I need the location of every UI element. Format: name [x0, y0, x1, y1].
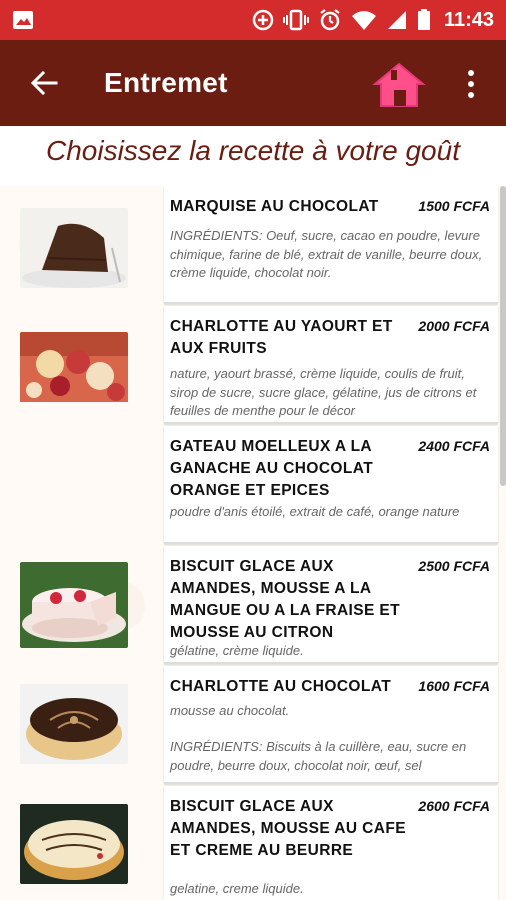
recipe-name: CHARLOTTE AU YAOURT ET AUX FRUITS — [170, 318, 393, 357]
recipe-image — [20, 804, 128, 884]
arrow-left-icon — [30, 70, 58, 96]
recipe-price: 2000 FCFA — [418, 318, 490, 334]
list-item[interactable]: BISCUIT GLACE AUX AMANDES, MOUSSE A LA M… — [0, 546, 506, 666]
wifi-icon — [351, 11, 376, 30]
status-bar: 11:43 — [0, 0, 506, 40]
recipe-ingredients: gelatine, creme liquide. — [170, 881, 304, 896]
recipe-card: BISCUIT GLACE AUX AMANDES, MOUSSE A LA M… — [164, 546, 498, 664]
page-title: Entremet — [104, 67, 228, 98]
recipe-price: 2500 FCFA — [418, 558, 490, 574]
recipe-image — [20, 332, 128, 412]
recipe-image — [20, 684, 128, 764]
recipe-name: CHARLOTTE AU CHOCOLAT — [170, 678, 392, 695]
recipe-ingredients: gélatine, crème liquide. — [170, 643, 304, 658]
recipe-card: CHARLOTTE AU YAOURT ET AUX FRUITS 2000 F… — [164, 306, 498, 424]
alarm-icon — [320, 9, 340, 31]
recipe-image — [20, 208, 128, 288]
recipe-list[interactable]: MARQUISE AU CHOCOLAT 1500 FCFA INGRÉDIEN… — [0, 186, 506, 900]
more-options-button[interactable] — [456, 62, 486, 106]
more-dot-icon — [468, 70, 474, 76]
recipe-card: BISCUIT GLACE AUX AMANDES, MOUSSE AU CAF… — [164, 786, 498, 900]
recipe-description: mousse au chocolat. — [170, 703, 290, 718]
recipe-name: GATEAU MOELLEUX A LA GANACHE AU CHOCOLAT… — [170, 438, 374, 499]
gallery-icon — [13, 11, 33, 29]
data-saver-icon — [252, 9, 274, 31]
home-button[interactable] — [372, 62, 426, 108]
scrollbar[interactable] — [500, 186, 506, 486]
recipe-ingredients: INGRÉDIENTS: Biscuits à la cuillère, eau… — [170, 739, 467, 773]
recipe-image — [20, 562, 128, 648]
recipe-card: GATEAU MOELLEUX A LA GANACHE AU CHOCOLAT… — [164, 426, 498, 544]
recipe-name: BISCUIT GLACE AUX AMANDES, MOUSSE AU CAF… — [170, 798, 406, 859]
home-icon — [372, 62, 426, 107]
back-button[interactable] — [14, 53, 74, 113]
app-bar: Entremet — [0, 40, 506, 126]
recipe-price: 1500 FCFA — [418, 198, 490, 214]
list-item[interactable]: BISCUIT GLACE AUX AMANDES, MOUSSE AU CAF… — [0, 786, 506, 900]
list-item[interactable]: MARQUISE AU CHOCOLAT 1500 FCFA INGRÉDIEN… — [0, 186, 506, 306]
status-time: 11:43 — [443, 8, 494, 31]
recipe-ingredients: poudre d'anis étoilé, extrait de café, o… — [170, 504, 460, 519]
recipe-price: 2400 FCFA — [418, 438, 490, 454]
more-dot-icon — [468, 81, 474, 87]
recipe-card: CHARLOTTE AU CHOCOLAT 1600 FCFA mousse a… — [164, 666, 498, 784]
signal-icon — [387, 11, 406, 29]
recipe-ingredients: nature, yaourt brassé, crème liquide, co… — [170, 366, 477, 418]
battery-icon — [417, 9, 430, 30]
vibrate-icon — [282, 9, 309, 31]
recipe-name: MARQUISE AU CHOCOLAT — [170, 198, 379, 215]
list-item[interactable]: CHARLOTTE AU CHOCOLAT 1600 FCFA mousse a… — [0, 666, 506, 786]
recipe-price: 2600 FCFA — [418, 798, 490, 814]
page-subtitle: Choisissez la recette à votre goût — [0, 126, 506, 182]
recipe-name: BISCUIT GLACE AUX AMANDES, MOUSSE A LA M… — [170, 558, 401, 641]
more-dot-icon — [468, 92, 474, 98]
recipe-price: 1600 FCFA — [418, 678, 490, 694]
recipe-ingredients: INGRÉDIENTS: Oeuf, sucre, cacao en poudr… — [170, 228, 483, 280]
list-item[interactable]: GATEAU MOELLEUX A LA GANACHE AU CHOCOLAT… — [0, 426, 506, 546]
recipe-card: MARQUISE AU CHOCOLAT 1500 FCFA INGRÉDIEN… — [164, 186, 498, 304]
list-item[interactable]: CHARLOTTE AU YAOURT ET AUX FRUITS 2000 F… — [0, 306, 506, 426]
